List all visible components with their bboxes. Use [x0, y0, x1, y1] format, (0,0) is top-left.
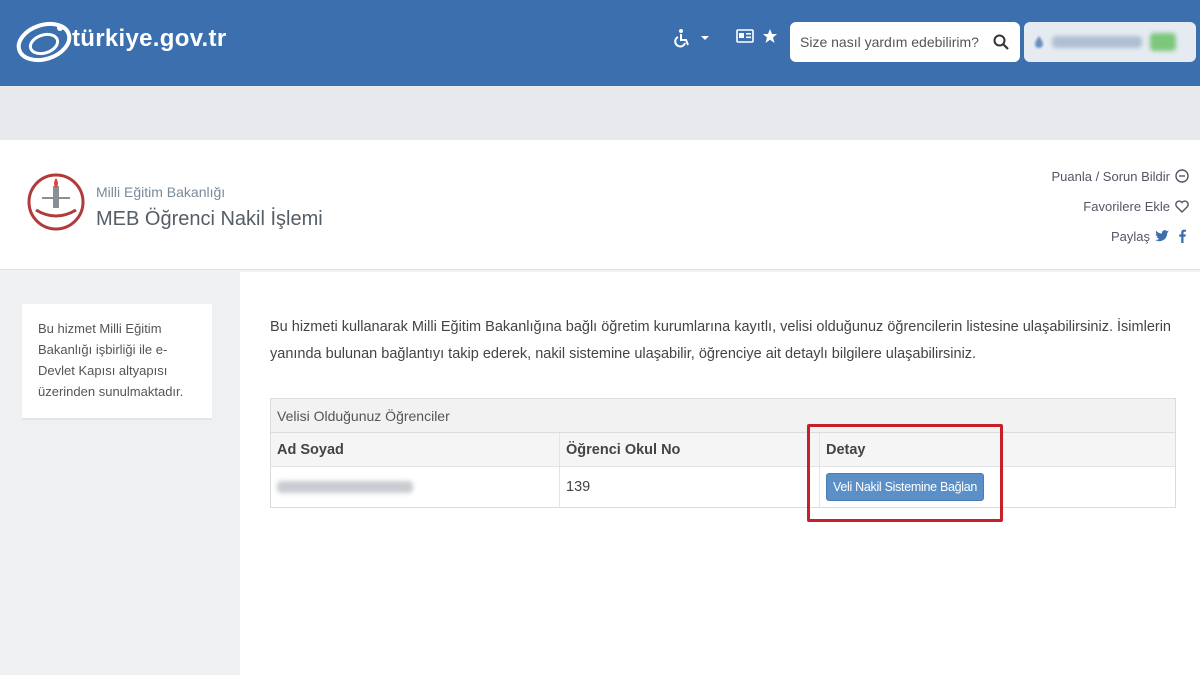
share-links: Paylaş: [1051, 226, 1190, 246]
facebook-icon[interactable]: [1174, 228, 1190, 244]
spacer-band: [0, 86, 1200, 140]
search-icon[interactable]: [992, 33, 1010, 51]
header-detail: Detay: [819, 433, 1175, 466]
id-card-icon: [736, 29, 754, 43]
table-caption: Velisi Olduğunuz Öğrenciler: [271, 399, 1175, 433]
search-input[interactable]: [800, 34, 990, 50]
logo-text: türkiye.gov.tr: [72, 25, 227, 52]
comment-icon: [1175, 169, 1189, 183]
user-icon: [1035, 36, 1043, 48]
user-account-button[interactable]: [1024, 22, 1196, 62]
star-icon: [763, 29, 777, 43]
service-header: Milli Eğitim Bakanlığı MEB Öğrenci Nakil…: [0, 140, 1200, 270]
ministry-name: Milli Eğitim Bakanlığı: [96, 184, 226, 200]
caret-down-icon: [701, 36, 709, 40]
accessibility-menu[interactable]: [672, 28, 710, 48]
header-links: Puanla / Sorun Bildir Favorilere Ekle Pa…: [1051, 166, 1190, 256]
add-favorites-label: Favorilere Ekle: [1083, 198, 1170, 214]
page-title: MEB Öğrenci Nakil İşlemi: [96, 208, 323, 230]
user-status-redacted: [1150, 33, 1176, 51]
detail-cell: Veli Nakil Sistemine Bağlan: [819, 467, 1175, 507]
service-info-box: Bu hizmet Milli Eğitim Bakanlığı işbirli…: [22, 304, 212, 420]
top-bar: türkiye.gov.tr: [0, 0, 1200, 86]
intro-text: Bu hizmeti kullanarak Milli Eğitim Bakan…: [270, 319, 1171, 362]
rate-report-link[interactable]: Puanla / Sorun Bildir: [1051, 166, 1190, 186]
main-content: Bu hizmeti kullanarak Milli Eğitim Bakan…: [240, 272, 1200, 675]
sidebar: Bu hizmet Milli Eğitim Bakanlığı işbirli…: [0, 272, 240, 675]
search-box: [790, 22, 1020, 62]
rate-report-label: Puanla / Sorun Bildir: [1051, 168, 1170, 184]
twitter-icon[interactable]: [1154, 228, 1170, 244]
logo-swoosh-icon: [16, 21, 72, 63]
students-table: Velisi Olduğunuz Öğrenciler Ad Soyad Öğr…: [270, 398, 1176, 508]
student-name-cell: [271, 467, 559, 507]
school-no-cell: 139: [559, 467, 819, 507]
turkiye-gov-logo[interactable]: türkiye.gov.tr: [14, 14, 226, 68]
meb-emblem-icon: [27, 173, 85, 231]
heart-icon: [1175, 200, 1189, 213]
header-name: Ad Soyad: [277, 441, 344, 458]
add-favorites-link[interactable]: Favorilere Ekle: [1051, 196, 1190, 216]
user-name-redacted: [1052, 36, 1142, 48]
table-header-row: Ad Soyad Öğrenci Okul No Detay: [271, 433, 1175, 467]
favorites-menu[interactable]: [736, 28, 778, 44]
share-label: Paylaş: [1110, 228, 1150, 244]
wheelchair-icon: [674, 29, 689, 48]
table-row: 139 Veli Nakil Sistemine Bağlan: [271, 467, 1175, 507]
connect-transfer-system-button[interactable]: Veli Nakil Sistemine Bağlan: [826, 473, 985, 501]
student-name-redacted: [277, 481, 413, 493]
header-school-no: Öğrenci Okul No: [559, 433, 819, 466]
